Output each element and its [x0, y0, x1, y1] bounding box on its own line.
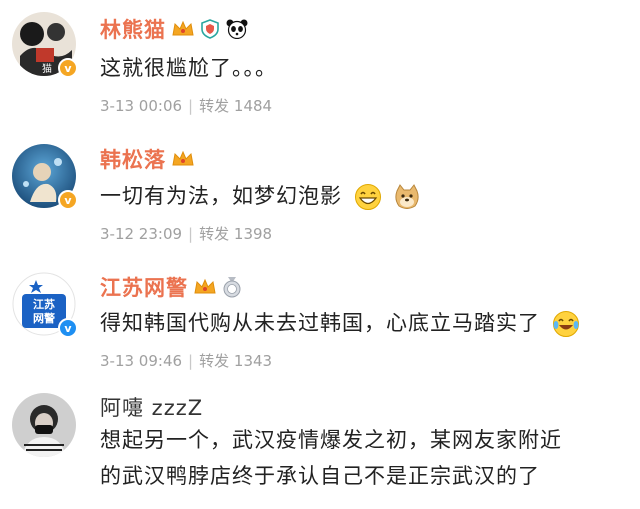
comment-text-content: 一切有为法，如梦幻泡影 [100, 184, 342, 208]
avatar-label-line2: 网警 [33, 311, 55, 325]
repost-count: 1398 [233, 225, 273, 243]
panda-icon [226, 19, 248, 39]
username[interactable]: 韩松落 [100, 144, 166, 174]
comment-meta: 3-13 09:46 | 转发 1343 [100, 350, 272, 371]
comment-meta: 3-12 23:09 | 转发 1398 [100, 223, 272, 244]
verified-badge-icon: v [58, 318, 78, 338]
repost-label[interactable]: 转发 [199, 97, 229, 115]
medal-badge-icon [223, 277, 241, 298]
comment-text-line2: 的武汉鸭脖店终于承认自己不是正宗武汉的了 [100, 464, 540, 488]
comment-meta: 3-13 00:06 | 转发 1484 [100, 95, 272, 116]
repost-label[interactable]: 转发 [199, 352, 229, 370]
username[interactable]: 阿嚏 zzzZ [100, 392, 203, 422]
avatar-label-line1: 江苏 [33, 297, 55, 311]
divider: | [188, 97, 194, 115]
username[interactable]: 林熊猫 [100, 14, 166, 44]
timestamp: 3-13 09:46 [100, 352, 183, 370]
comment-text: 想起另一个，武汉疫情爆发之初，某网友家附近 [100, 428, 562, 452]
timestamp: 3-13 00:06 [100, 97, 183, 115]
comment-text-content: 得知韩国代购从未去过韩国，心底立马踏实了 [100, 311, 540, 335]
repost-label[interactable]: 转发 [199, 225, 229, 243]
avatar[interactable]: 江苏 网警 v [12, 272, 78, 338]
avatar[interactable]: v [12, 144, 78, 210]
comment-item: 猫 v 林熊猫 这就很尴尬了。。。 3-13 00:06 | 转发 1484 [0, 0, 640, 130]
crown-badge-icon [172, 20, 194, 36]
comment-text: 一切有为法，如梦幻泡影 [100, 178, 421, 214]
verified-badge-icon: v [58, 58, 78, 78]
comment-text: 这就很尴尬了。。。 [100, 56, 277, 80]
verified-badge-icon: v [58, 190, 78, 210]
username[interactable]: 江苏网警 [100, 272, 188, 302]
svg-text:猫: 猫 [42, 62, 52, 75]
crown-badge-icon [172, 150, 194, 166]
timestamp: 3-12 23:09 [100, 225, 183, 243]
avatar[interactable]: 猫 v [12, 12, 78, 78]
grin-emoji-icon [354, 184, 381, 210]
divider: | [188, 225, 194, 243]
divider: | [188, 352, 194, 370]
avatar[interactable] [12, 393, 76, 457]
comment-text: 得知韩国代购从未去过韩国，心底立马踏实了 [100, 305, 580, 341]
avatar-image [12, 393, 76, 457]
shield-badge-icon [201, 19, 219, 39]
doge-emoji-icon [395, 184, 419, 209]
repost-count: 1343 [233, 352, 273, 370]
repost-count: 1484 [233, 97, 273, 115]
laugh-cry-emoji-icon [552, 311, 579, 337]
crown-badge-icon [194, 278, 216, 294]
